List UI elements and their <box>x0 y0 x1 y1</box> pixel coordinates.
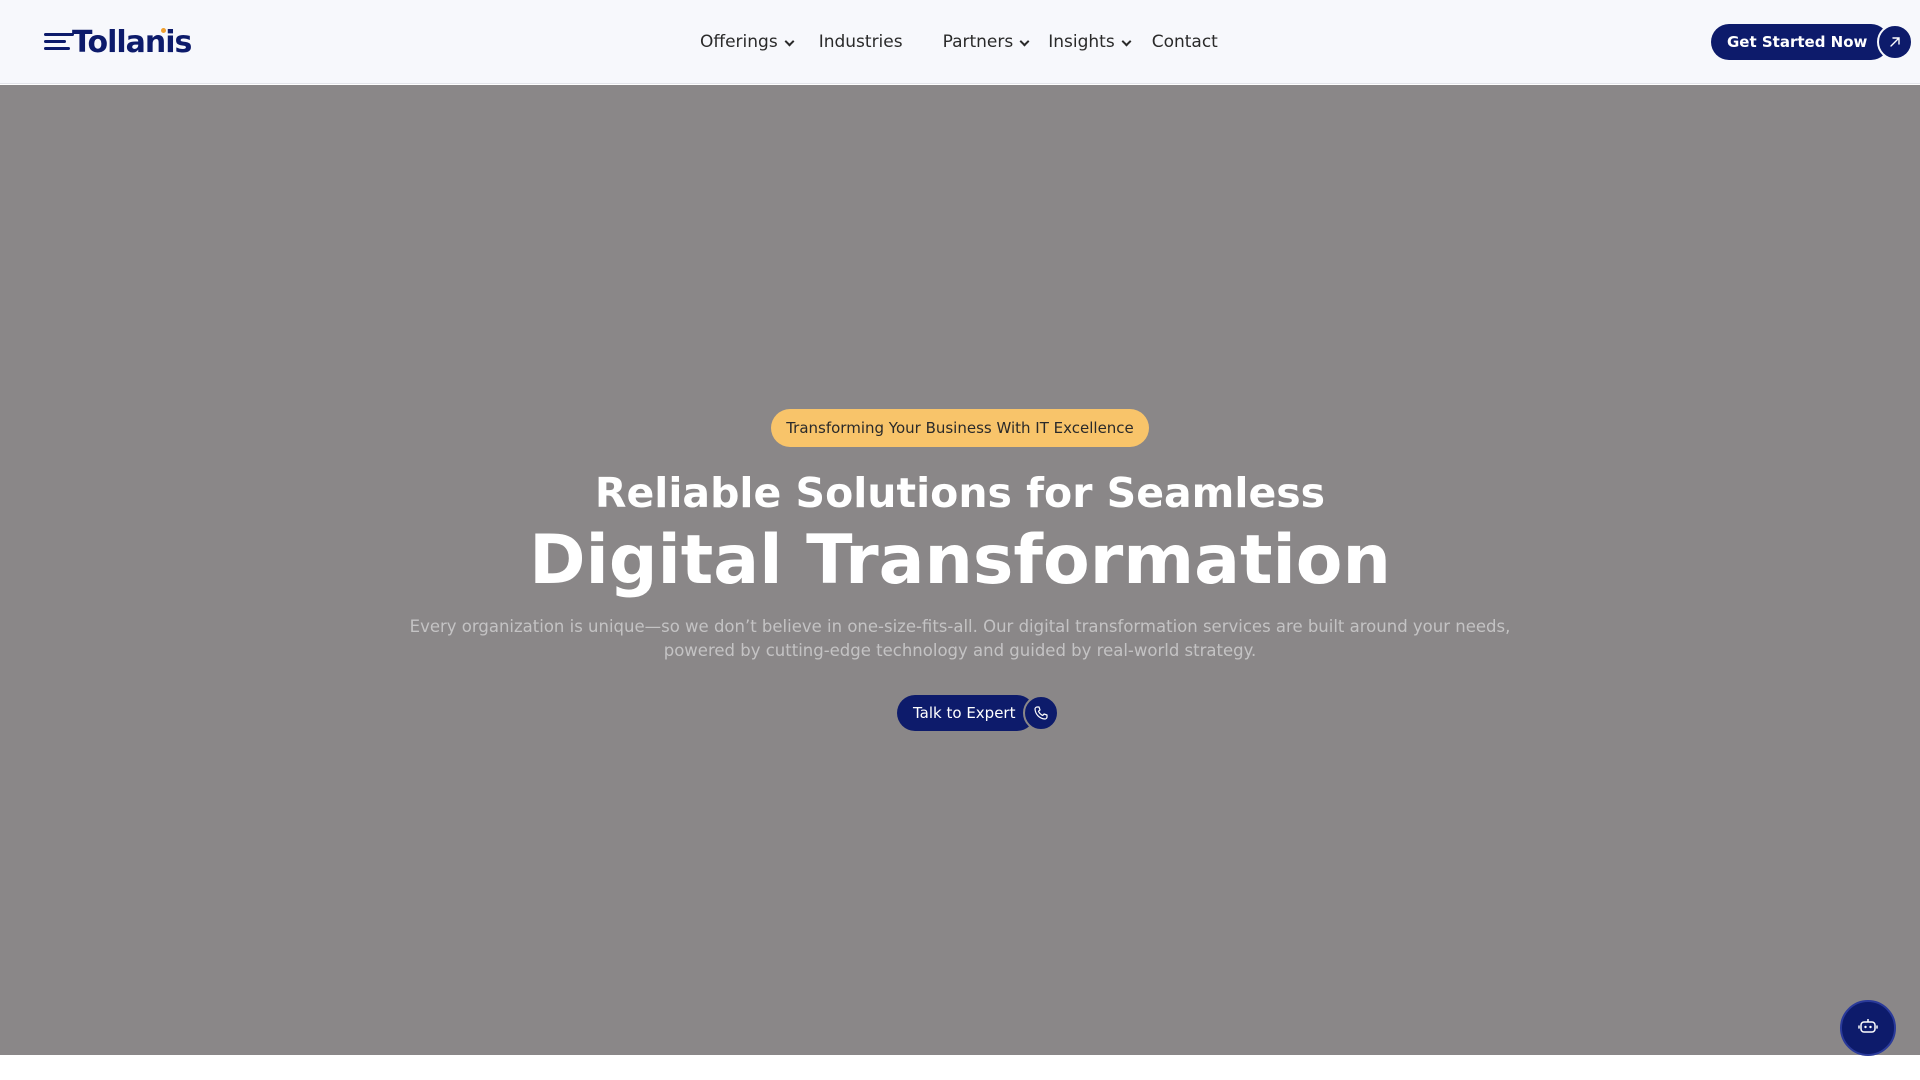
chevron-down-icon <box>1019 36 1030 46</box>
hero-badge: Transforming Your Business With IT Excel… <box>771 409 1149 447</box>
hero-description-line1: Every organization is unique—so we don’t… <box>409 617 1511 636</box>
hero-title-line2: Digital Transformation <box>529 521 1391 600</box>
talk-to-expert-label: Talk to Expert <box>897 695 1036 731</box>
nav-item-label: Offerings <box>700 32 778 52</box>
nav-item-offerings[interactable]: Offerings <box>700 32 795 52</box>
nav-item-label: Insights <box>1048 32 1115 52</box>
get-started-button[interactable]: Get Started Now <box>1711 24 1914 60</box>
hero-description: Every organization is unique—so we don’t… <box>400 615 1520 663</box>
get-started-label: Get Started Now <box>1711 24 1890 60</box>
robot-icon <box>1858 1017 1878 1040</box>
nav-item-partners[interactable]: Partners <box>942 32 1030 52</box>
nav-item-insights[interactable]: Insights <box>1048 32 1132 52</box>
site-header: Tollanis Offerings Industries Partners I… <box>0 0 1920 84</box>
chatbot-button[interactable] <box>1840 1000 1896 1056</box>
logo-accent-dot <box>161 28 166 33</box>
hero-section: Transforming Your Business With IT Excel… <box>0 85 1920 1055</box>
nav-item-label: Contact <box>1151 32 1218 52</box>
phone-icon <box>1023 695 1060 731</box>
hero-title-line1: Reliable Solutions for Seamless <box>594 469 1326 517</box>
nav-item-contact[interactable]: Contact <box>1152 32 1218 52</box>
chevron-down-icon <box>784 36 795 46</box>
chevron-down-icon <box>1121 36 1132 46</box>
logo[interactable]: Tollanis <box>44 24 192 60</box>
page-bottom-strip <box>0 1055 1920 1080</box>
logo-text: Tollanis <box>72 24 192 60</box>
talk-to-expert-button[interactable]: Talk to Expert <box>897 695 1060 731</box>
main-nav: Offerings Industries Partners Insights C… <box>700 28 1218 56</box>
nav-item-industries[interactable]: Industries <box>819 32 903 52</box>
nav-item-label: Industries <box>818 32 903 52</box>
arrow-up-right-icon <box>1877 24 1914 60</box>
nav-item-label: Partners <box>942 32 1014 52</box>
hero-description-line2: powered by cutting-edge technology and g… <box>663 641 1257 660</box>
